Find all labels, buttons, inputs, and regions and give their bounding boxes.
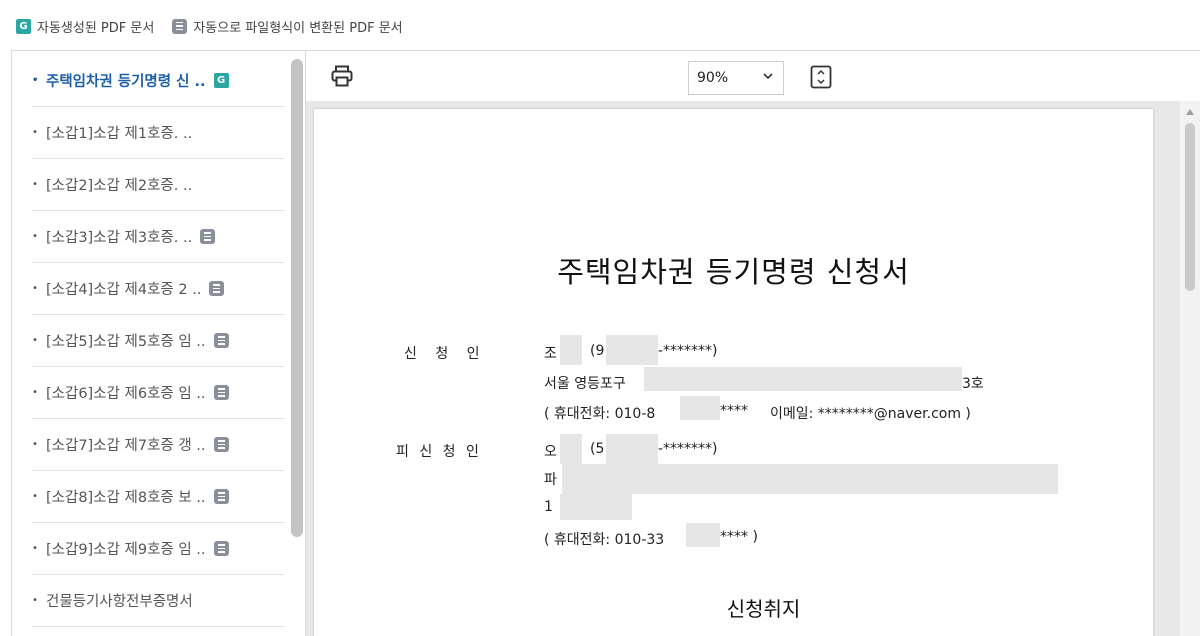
applicant-rrn-open: (9 [590, 343, 605, 359]
pdf-viewer: 90% 주택임차권 등기명령 신청서 신 청 인 조 (9 -*******) … [306, 50, 1200, 636]
sidebar-item-label: 건물등기사항전부증명서 [46, 594, 193, 610]
applicant-rrn-mask: -*******) [658, 343, 718, 359]
redaction-block [686, 523, 720, 547]
bullet-icon: • [32, 283, 38, 294]
sidebar-scrollbar[interactable] [291, 59, 303, 537]
legend-generated-label: 자동생성된 PDF 문서 [37, 20, 155, 36]
sidebar-item-label: [소갑5]소갑 제5호증 임 .. [46, 334, 206, 350]
respondent-address: 파 [544, 472, 557, 488]
applicant-phone: ( 휴대전화: 010-8 [544, 406, 656, 422]
sidebar-item-label: [소갑6]소갑 제6호증 임 .. [46, 386, 206, 402]
bullet-icon: • [32, 491, 38, 502]
document-canvas: 주택임차권 등기명령 신청서 신 청 인 조 (9 -*******) 서울 영… [306, 101, 1200, 636]
respondent-rrn-mask: -*******) [658, 441, 718, 457]
redaction-block [560, 335, 582, 365]
bullet-icon: • [32, 231, 38, 242]
respondent-label: 피 신 청 인 [396, 444, 479, 460]
sidebar-item[interactable]: • [소갑3]소갑 제3호증. .. [32, 211, 284, 263]
respondent-phone-mask: **** ) [720, 529, 758, 545]
zoom-value: 90% [697, 70, 729, 86]
sidebar-item[interactable]: • 건물등기사항전부증명서 [32, 575, 284, 627]
legend-converted: 자동으로 파일형식이 변환된 PDF 문서 [172, 17, 403, 36]
respondent-phone: ( 휴대전화: 010-33 [544, 532, 665, 548]
chevron-down-icon [763, 73, 773, 80]
bullet-icon: • [32, 179, 38, 190]
sidebar-item[interactable]: • [소갑7]소갑 제7호증 갱 .. [32, 419, 284, 471]
generated-pdf-icon: G [16, 18, 31, 34]
converted-pdf-icon [213, 541, 229, 556]
vertical-scrollbar[interactable] [1180, 101, 1200, 636]
converted-pdf-icon [213, 385, 229, 400]
bullet-icon: • [32, 75, 39, 86]
sidebar-item-label: [소갑8]소갑 제8호증 보 .. [46, 490, 206, 506]
respondent-address-2: 1 [544, 499, 553, 515]
applicant-label: 신 청 인 [404, 346, 480, 362]
sidebar-item[interactable]: • [소갑5]소갑 제5호증 임 .. [32, 315, 284, 367]
sidebar-item[interactable]: • [소갑6]소갑 제6호증 임 .. [32, 367, 284, 419]
bullet-icon: • [32, 335, 38, 346]
redaction-block [560, 434, 582, 464]
redaction-block [562, 464, 1058, 494]
bullet-icon: • [32, 387, 38, 398]
print-icon[interactable] [330, 64, 354, 88]
zoom-select[interactable]: 90% [688, 61, 784, 95]
respondent-rrn-open: (5 [590, 441, 605, 457]
bullet-icon: • [32, 127, 38, 138]
document-list: • 주택임차권 등기명령 신 .. G • [소갑1]소갑 제1호증. .. • [소갑2]… [32, 55, 284, 627]
respondent-name: 오 [544, 444, 557, 460]
sidebar-item[interactable]: • [소갑8]소갑 제8호증 보 .. [32, 471, 284, 523]
legend-generated: G 자동생성된 PDF 문서 [16, 17, 154, 36]
sidebar-item-label: [소갑7]소갑 제7호증 갱 .. [46, 438, 206, 454]
sidebar-item[interactable]: • [소갑9]소갑 제9호증 임 .. [32, 523, 284, 575]
generated-pdf-icon: G [213, 73, 229, 88]
converted-pdf-icon [213, 333, 229, 348]
redaction-block [680, 396, 720, 420]
fit-page-icon[interactable] [810, 65, 832, 89]
sidebar-item-label: [소갑1]소갑 제1호증. .. [46, 126, 193, 142]
applicant-phone-mask: **** [720, 403, 748, 419]
sidebar-item-label: [소갑3]소갑 제3호증. .. [46, 230, 193, 246]
scroll-thumb[interactable] [1185, 123, 1195, 291]
section-title: 신청취지 [726, 597, 801, 621]
sidebar-item-label: 주택임차권 등기명령 신 .. [46, 74, 206, 90]
scroll-up-icon[interactable] [1186, 109, 1194, 115]
applicant-address: 서울 영등포구 [544, 376, 626, 392]
bullet-icon: • [32, 595, 38, 606]
applicant-email: 이메일: ********@naver.com ) [770, 406, 971, 422]
redaction-block [606, 335, 658, 365]
sidebar-item-label: [소갑2]소갑 제2호증. .. [46, 178, 193, 194]
redaction-block [644, 367, 962, 391]
bullet-icon: • [32, 543, 38, 554]
viewer-toolbar: 90% [306, 51, 1200, 99]
converted-pdf-icon [209, 281, 225, 296]
applicant-name: 조 [544, 346, 557, 362]
converted-pdf-icon [200, 229, 216, 244]
sidebar-item[interactable]: • [소갑1]소갑 제1호증. .. [32, 107, 284, 159]
legend-converted-label: 자동으로 파일형식이 변환된 PDF 문서 [193, 20, 403, 36]
sidebar-item[interactable]: • 주택임차권 등기명령 신 .. G [32, 55, 284, 107]
document-title: 주택임차권 등기명령 신청서 [557, 255, 910, 289]
pdf-legend: G 자동생성된 PDF 문서 자동으로 파일형식이 변환된 PDF 문서 [16, 15, 421, 37]
sidebar-item[interactable]: • [소갑4]소갑 제4호증 2 .. [32, 263, 284, 315]
converted-pdf-icon [213, 489, 229, 504]
sidebar-item-label: [소갑9]소갑 제9호증 임 .. [46, 542, 206, 558]
converted-pdf-icon [213, 437, 229, 452]
redaction-block [606, 434, 658, 464]
converted-pdf-icon [172, 18, 188, 34]
bullet-icon: • [32, 439, 38, 450]
sidebar-item-label: [소갑4]소갑 제4호증 2 .. [46, 282, 202, 298]
redaction-block [560, 494, 632, 520]
applicant-address-tail: 3호 [962, 376, 984, 392]
document-page: 주택임차권 등기명령 신청서 신 청 인 조 (9 -*******) 서울 영… [314, 109, 1153, 636]
document-list-sidebar: • 주택임차권 등기명령 신 .. G • [소갑1]소갑 제1호증. .. • [소갑2]… [11, 50, 306, 636]
sidebar-item[interactable]: • [소갑2]소갑 제2호증. .. [32, 159, 284, 211]
